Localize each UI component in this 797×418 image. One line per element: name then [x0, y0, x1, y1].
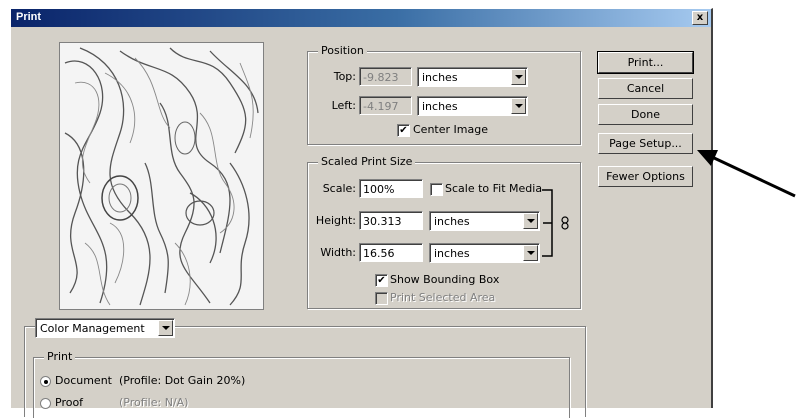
center-image-checkbox[interactable]: ✔ — [397, 124, 410, 137]
proof-profile: (Profile: N/A) — [119, 396, 189, 409]
height-unit-value: inches — [434, 215, 470, 228]
left-unit-select[interactable]: inches — [417, 96, 528, 116]
proof-radio-label: Proof — [55, 396, 84, 409]
chevron-down-icon[interactable] — [511, 69, 526, 85]
position-group: Position Top: -9.823 inches Left: -4.197… — [307, 44, 581, 145]
print-space-legend: Print — [44, 350, 76, 363]
document-radio[interactable] — [40, 376, 51, 387]
top-unit-select[interactable]: inches — [417, 67, 528, 87]
topographic-map-preview — [60, 43, 263, 309]
left-input[interactable]: -4.197 — [359, 96, 412, 115]
height-unit-select[interactable]: inches — [429, 211, 540, 231]
document-profile: (Profile: Dot Gain 20%) — [119, 374, 246, 387]
scaled-print-size-legend: Scaled Print Size — [318, 155, 416, 168]
print-button[interactable]: Print... — [597, 51, 694, 74]
chain-link-icon[interactable] — [560, 216, 570, 230]
color-management-value: Color Management — [40, 322, 145, 335]
close-button[interactable]: x — [692, 11, 708, 25]
scale-to-fit-label: Scale to Fit Media — [445, 182, 543, 195]
chevron-down-icon[interactable] — [523, 245, 538, 261]
show-bounding-box-label: Show Bounding Box — [390, 273, 500, 286]
position-legend: Position — [318, 44, 367, 57]
done-button[interactable]: Done — [598, 104, 693, 125]
width-label: Width: — [320, 246, 356, 259]
chevron-down-icon[interactable] — [158, 320, 173, 336]
color-management-group: Color Management Print Document (Profile… — [24, 318, 586, 418]
height-input[interactable]: 30.313 — [359, 211, 423, 230]
width-unit-value: inches — [434, 247, 470, 260]
scaled-print-size-group: Scaled Print Size Scale: 100% Scale to F… — [307, 155, 581, 309]
print-selected-area-label: Print Selected Area — [390, 291, 496, 304]
top-unit-value: inches — [422, 71, 458, 84]
print-dialog: Print x Position Top: -9.823 inches Left… — [10, 8, 713, 418]
print-preview — [59, 42, 264, 310]
chevron-down-icon[interactable] — [523, 213, 538, 229]
document-radio-label: Document — [55, 374, 112, 387]
left-unit-value: inches — [422, 100, 458, 113]
page-setup-button[interactable]: Page Setup... — [598, 133, 693, 154]
scale-label: Scale: — [322, 182, 356, 195]
top-input[interactable]: -9.823 — [359, 67, 412, 86]
proof-radio[interactable] — [40, 398, 51, 409]
fewer-options-button[interactable]: Fewer Options — [598, 166, 693, 187]
show-bounding-box-checkbox[interactable]: ✔ — [375, 274, 388, 287]
print-space-group: Print Document (Profile: Dot Gain 20%) P… — [33, 350, 570, 418]
top-label: Top: — [333, 70, 356, 83]
color-management-select[interactable]: Color Management — [35, 318, 175, 338]
height-label: Height: — [315, 214, 356, 227]
left-label: Left: — [331, 99, 356, 112]
width-unit-select[interactable]: inches — [429, 243, 540, 263]
scale-to-fit-checkbox[interactable] — [430, 183, 443, 196]
chevron-down-icon[interactable] — [511, 98, 526, 114]
scale-input[interactable]: 100% — [359, 179, 423, 198]
center-image-label: Center Image — [413, 123, 488, 136]
print-selected-area-checkbox[interactable] — [375, 292, 388, 305]
window-title: Print — [16, 11, 42, 23]
width-input[interactable]: 16.56 — [359, 243, 423, 262]
cancel-button[interactable]: Cancel — [598, 78, 693, 99]
title-bar[interactable]: Print x — [11, 9, 711, 27]
